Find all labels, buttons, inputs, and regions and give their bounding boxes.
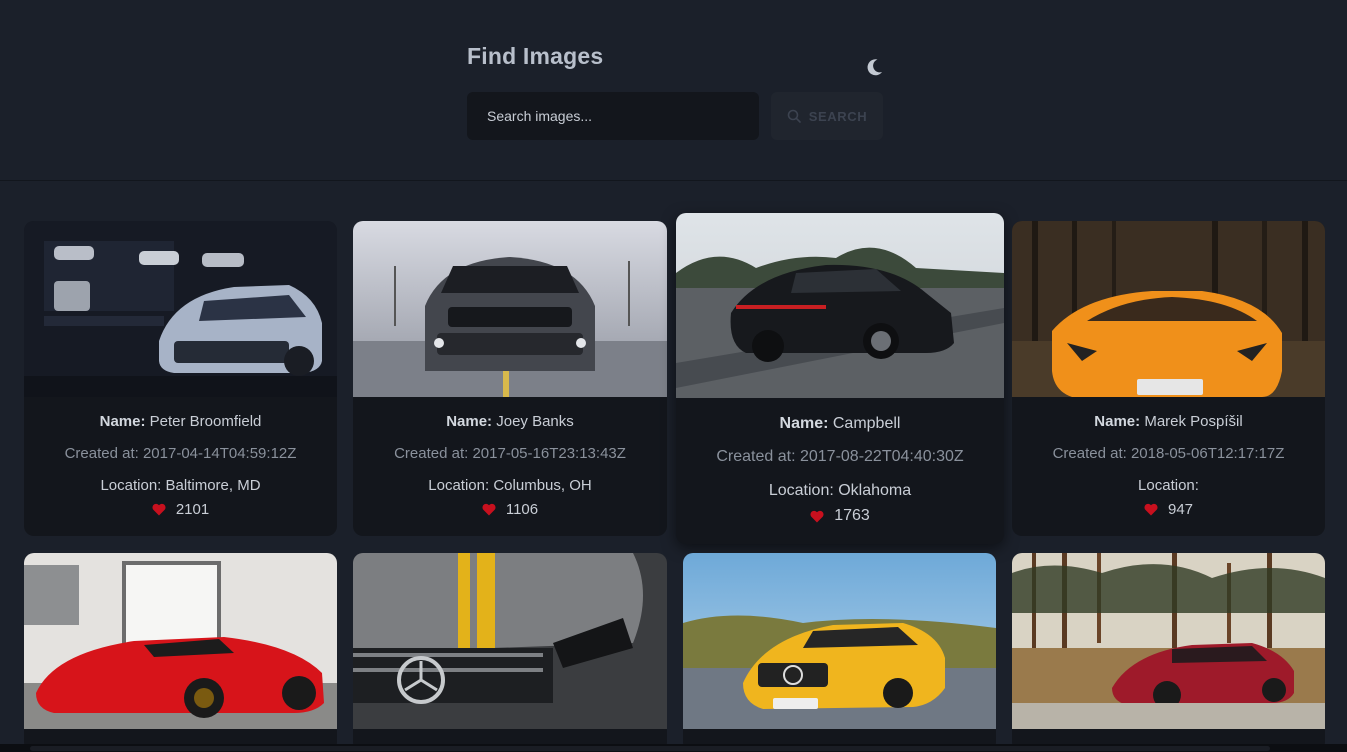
card-photo[interactable] — [353, 221, 667, 397]
search-button-label: SEARCH — [808, 108, 868, 124]
likes-count: 947 — [1167, 501, 1194, 518]
image-card[interactable] — [353, 553, 667, 752]
heart-icon[interactable] — [1144, 503, 1158, 516]
heart-icon[interactable] — [810, 510, 824, 523]
heart-icon[interactable] — [482, 503, 496, 516]
scrollbar-thumb[interactable] — [30, 746, 1270, 751]
search-icon — [787, 109, 801, 123]
created-label: Created at: — [64, 445, 139, 462]
created-at: 2017-08-22T04:40:30Z — [799, 448, 964, 465]
location-label: Location: — [428, 477, 490, 494]
location-value: Baltimore, MD — [165, 477, 261, 494]
likes-count: 1763 — [834, 507, 870, 524]
name-label: Name: — [446, 413, 493, 430]
location-label: Location: — [100, 477, 162, 494]
created-label: Created at: — [716, 448, 796, 465]
horizontal-scrollbar[interactable] — [0, 744, 1347, 752]
author-name: Joey Banks — [496, 413, 574, 430]
card-photo[interactable] — [24, 553, 337, 729]
likes-count: 1106 — [505, 501, 539, 518]
image-card[interactable]: Name: Peter Broomfield Created at: 2017-… — [24, 221, 337, 536]
location-value: Oklahoma — [838, 482, 912, 499]
name-label: Name: — [1094, 413, 1141, 430]
name-label: Name: — [99, 413, 146, 430]
card-photo[interactable] — [353, 553, 667, 729]
card-photo[interactable] — [676, 213, 1004, 398]
name-label: Name: — [779, 415, 829, 432]
moon-icon[interactable] — [862, 55, 886, 79]
author-name: Marek Pospíšil — [1144, 413, 1243, 430]
created-at: 2018-05-06T12:17:17Z — [1130, 445, 1285, 462]
search-input[interactable] — [467, 92, 759, 140]
author-name: Campbell — [832, 415, 901, 432]
page-title: Find Images — [467, 43, 604, 69]
card-photo[interactable] — [1012, 553, 1325, 729]
likes-count: 2101 — [175, 501, 210, 518]
author-name: Peter Broomfield — [149, 413, 262, 430]
image-card[interactable] — [1012, 553, 1325, 752]
created-label: Created at: — [394, 445, 469, 462]
card-photo[interactable] — [1012, 221, 1325, 397]
image-card[interactable] — [24, 553, 337, 752]
heart-icon[interactable] — [152, 503, 166, 516]
card-photo[interactable] — [683, 553, 996, 729]
image-card[interactable] — [683, 553, 996, 752]
location-value: Columbus, OH — [493, 477, 592, 494]
image-card[interactable]: Name: Marek Pospíšil Created at: 2018-05… — [1012, 221, 1325, 536]
search-button[interactable]: SEARCH — [771, 92, 883, 140]
location-label: Location: — [1138, 477, 1199, 494]
card-photo[interactable] — [24, 221, 337, 397]
created-at: 2017-04-14T04:59:12Z — [142, 445, 297, 462]
image-card[interactable]: Name: Joey Banks Created at: 2017-05-16T… — [353, 221, 667, 536]
header: Find Images SEARCH — [0, 0, 1347, 181]
image-card[interactable]: Name: Campbell Created at: 2017-08-22T04… — [676, 213, 1004, 544]
location-label: Location: — [768, 482, 834, 499]
created-label: Created at: — [1052, 445, 1127, 462]
created-at: 2017-05-16T23:13:43Z — [472, 445, 626, 462]
